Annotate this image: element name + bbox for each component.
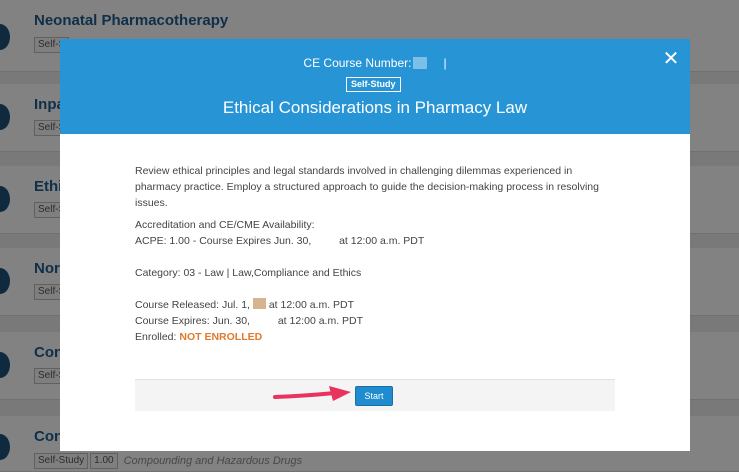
ce-course-number-label: CE Course Number: (303, 56, 412, 70)
ce-separator: | (443, 56, 447, 70)
ce-course-number-line: CE Course Number: | (60, 56, 690, 70)
modal-title: Ethical Considerations in Pharmacy Law (222, 98, 528, 117)
modal-footer: Start (135, 379, 615, 411)
course-expires-line: Course Expires: Jun. 30, at 12:00 a.m. P… (135, 313, 615, 329)
acpe-expiry-time: at 12:00 a.m. PDT (339, 235, 425, 247)
course-category: Category: 03 - Law | Law,Compliance and … (135, 267, 362, 279)
enrolled-label: Enrolled: (135, 331, 177, 343)
enrollment-status-badge: NOT ENROLLED (179, 331, 263, 343)
modal-header: CE Course Number: | Self-Study Ethical Co… (60, 39, 690, 134)
redacted-year (252, 298, 266, 309)
self-study-badge: Self-Study (346, 77, 401, 92)
acpe-expiry-text: ACPE: 1.00 - Course Expires Jun. 30, (135, 235, 312, 247)
redacted-year (314, 234, 337, 245)
course-released-line: Course Released: Jul. 1, at 12:00 a.m. P… (135, 297, 615, 313)
close-icon[interactable]: ✕ (660, 48, 682, 70)
course-description: Review ethical principles and legal stan… (135, 165, 599, 209)
acpe-line: ACPE: 1.00 - Course Expires Jun. 30, at … (135, 233, 615, 249)
enrollment-status-line: Enrolled: NOT ENROLLED (135, 329, 615, 345)
redacted-course-number (413, 57, 428, 69)
app-viewport: Neonatal Pharmacotherapy Self-S Inpa Sel… (0, 0, 739, 472)
course-released-text: Course Released: Jul. 1, (135, 299, 250, 311)
redacted-year (252, 314, 275, 325)
accreditation-heading: Accreditation and CE/CME Availability: (135, 219, 315, 231)
pointer-arrow-icon (273, 386, 351, 401)
start-button[interactable]: Start (355, 386, 393, 406)
course-expires-time: at 12:00 a.m. PDT (277, 315, 364, 327)
modal-body: Review ethical principles and legal stan… (135, 163, 615, 345)
course-detail-modal: CE Course Number: | Self-Study Ethical Co… (60, 39, 690, 451)
course-expires-text: Course Expires: Jun. 30, (135, 315, 250, 327)
course-released-time: at 12:00 a.m. PDT (268, 299, 355, 311)
